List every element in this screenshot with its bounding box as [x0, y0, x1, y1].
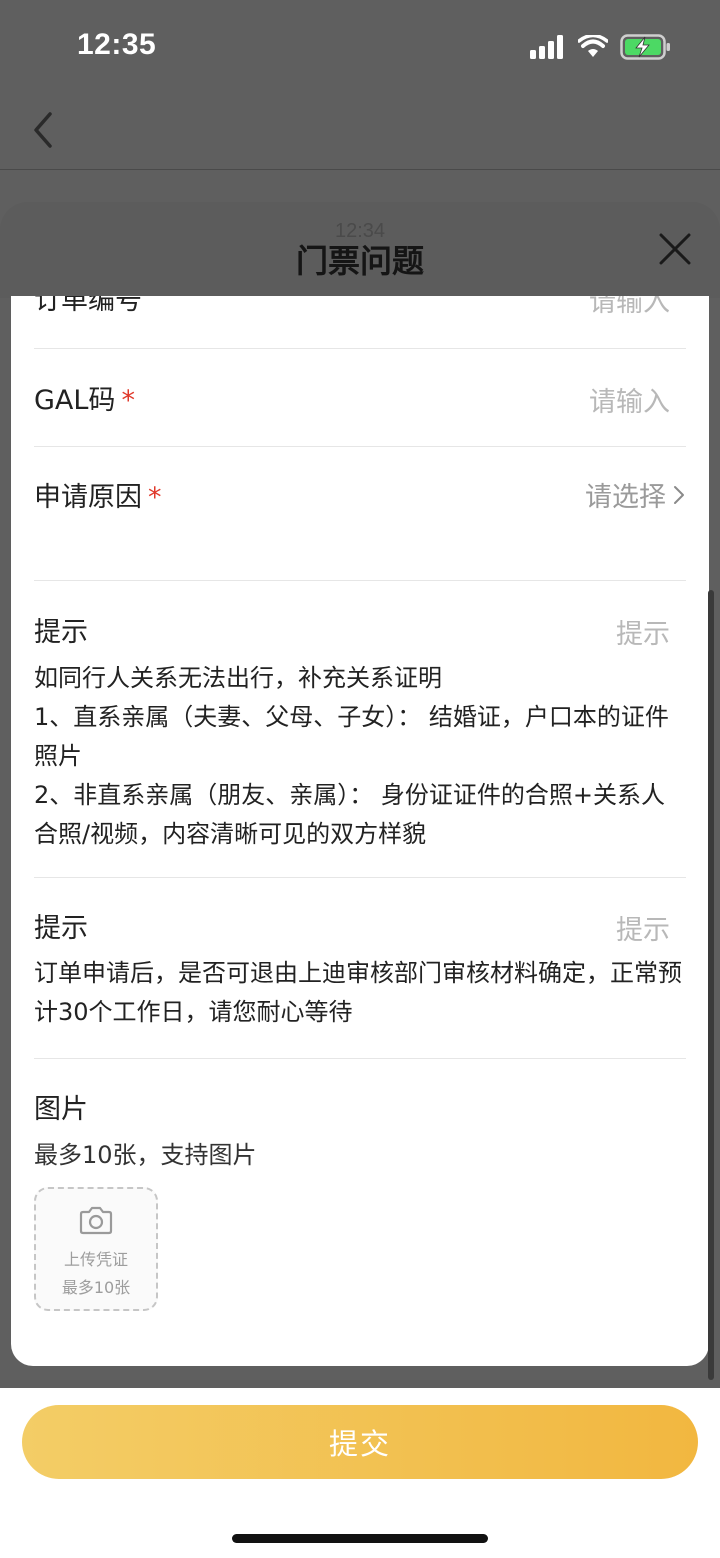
submit-button[interactable]: 提交 [22, 1405, 698, 1479]
tip-content: 如同行人关系无法出行，补充关系证明 1、直系亲属（夫妻、父母、子女）： 结婚证，… [34, 664, 669, 848]
gal-code-label: GAL码 * [34, 385, 135, 416]
images-label: 图片 [34, 1094, 88, 1125]
gal-code-input[interactable]: 请输入 [589, 380, 670, 419]
tip-block-1: 提示 提示 如同行人关系无法出行，补充关系证明 1、直系亲属（夫妻、父母、子女）… [34, 581, 686, 877]
required-mark: * [148, 482, 162, 513]
nav-bar [0, 96, 720, 170]
status-time: 12:35 [77, 28, 157, 61]
battery-charging-icon [620, 34, 670, 60]
order-number-label: 订单编号 [34, 296, 142, 316]
tip-placeholder: 提示 [616, 915, 670, 946]
upload-text-line1: 上传凭证 [63, 1250, 128, 1269]
bottom-bar: 提交 [0, 1388, 720, 1558]
sheet-header: 12:34 门票问题 [0, 202, 720, 298]
reason-row[interactable]: 申请原因 * 请选择 [34, 447, 686, 580]
images-section: 图片 最多10张，支持图片 上传凭证 最多10张 [34, 1059, 686, 1359]
required-mark: * [121, 385, 135, 416]
sheet-title: 门票问题 [295, 242, 424, 280]
upload-button[interactable]: 上传凭证 最多10张 [34, 1187, 158, 1311]
upload-text-line2: 最多10张 [61, 1278, 131, 1297]
images-hint: 最多10张，支持图片 [34, 1141, 257, 1169]
order-number-row[interactable]: 订单编号 请输入 [34, 296, 686, 348]
order-number-input[interactable]: 请输入 [589, 296, 670, 319]
tip-block-2: 提示 提示 订单申请后，是否可退由上迪审核部门审核材料确定，正常预计30个工作日… [34, 878, 686, 1058]
status-icons [530, 34, 672, 60]
camera-icon [79, 1206, 113, 1235]
reason-select[interactable]: 请选择 [585, 475, 686, 514]
gal-code-row[interactable]: GAL码 * 请输入 [34, 349, 686, 446]
reason-label: 申请原因 * [34, 482, 162, 513]
chevron-right-icon [674, 485, 684, 504]
tip-content: 订单申请后，是否可退由上迪审核部门审核材料确定，正常预计30个工作日，请您耐心等… [34, 959, 682, 1026]
home-indicator[interactable] [232, 1534, 488, 1543]
form-card: 订单编号 请输入 GAL码 * 请输入 申请原因 * 请选择 提示 提示 如同行… [11, 296, 709, 1366]
scrollbar[interactable] [708, 590, 714, 1380]
tip-label: 提示 [34, 617, 88, 648]
back-arrow-icon[interactable] [28, 108, 58, 152]
tip-placeholder: 提示 [616, 619, 670, 650]
tip-label: 提示 [34, 913, 88, 944]
status-bar: 12:35 [0, 0, 720, 96]
wifi-icon [578, 35, 608, 57]
close-icon[interactable] [658, 232, 692, 266]
cellular-signal-icon [530, 35, 563, 59]
